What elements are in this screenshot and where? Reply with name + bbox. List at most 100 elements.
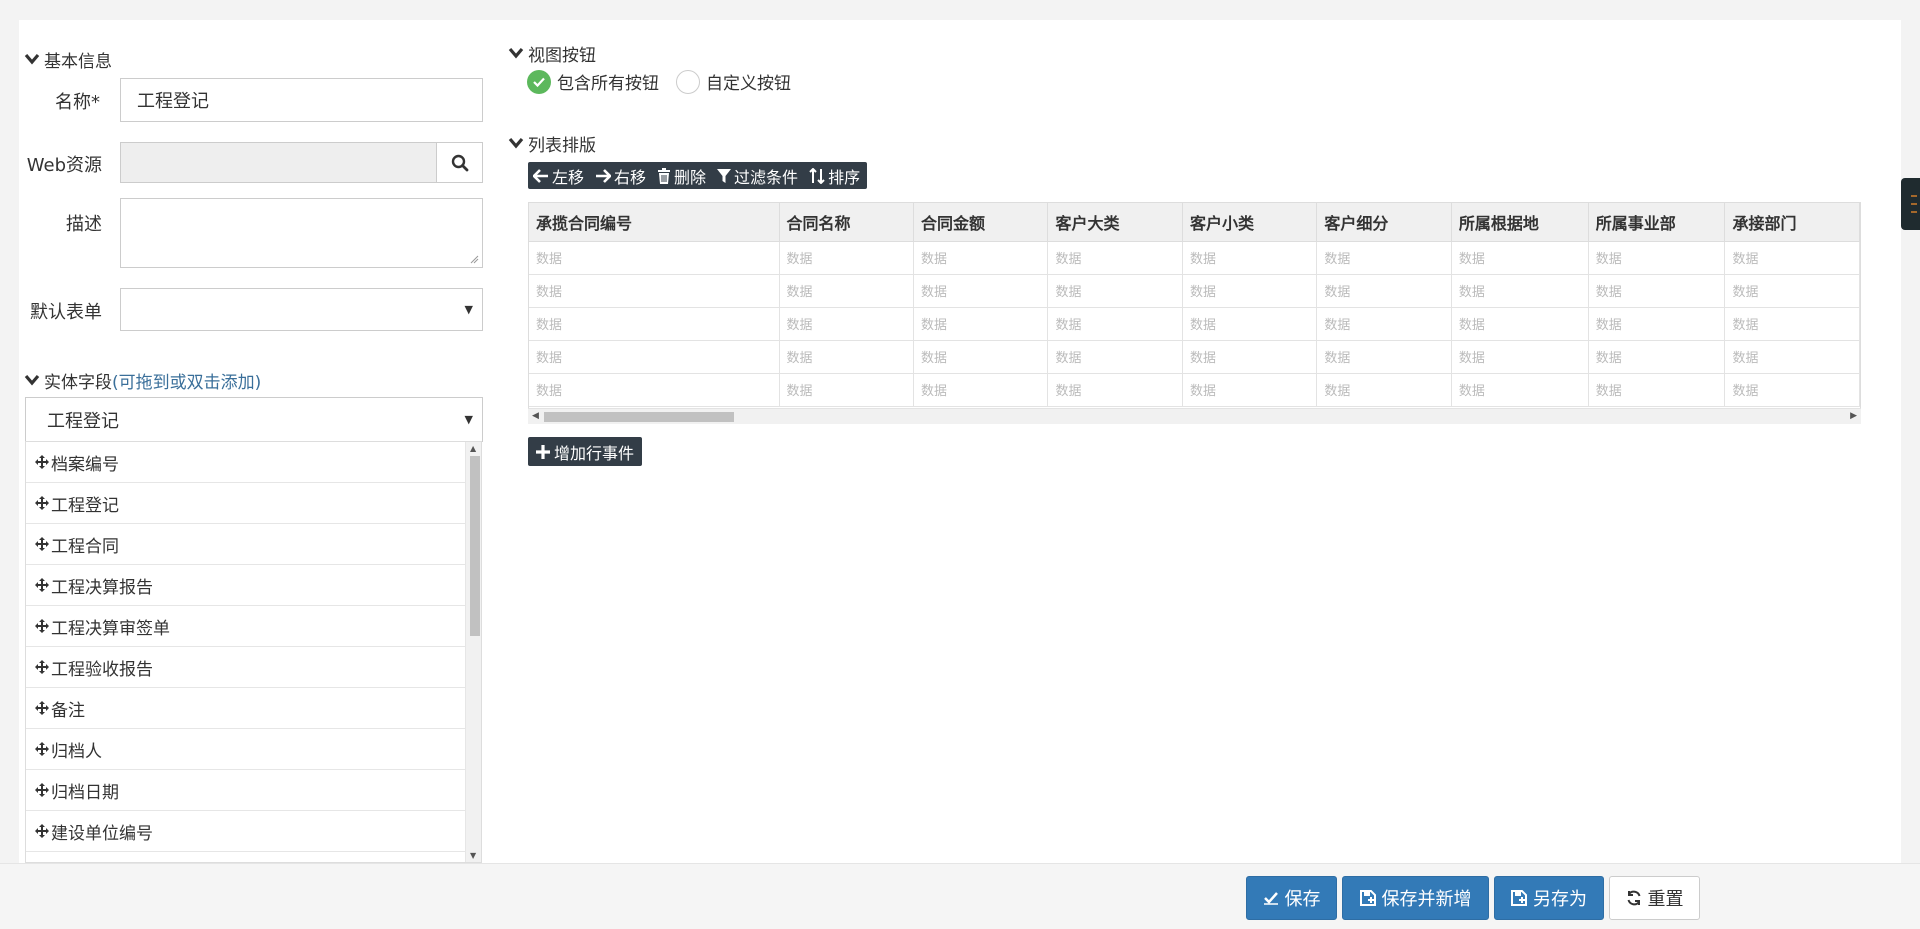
default-form-select[interactable]: ▼ [120, 288, 483, 331]
table-row: 数据 数据 数据 数据 数据 数据 数据 数据 数据 [529, 274, 1860, 308]
side-panel-handle[interactable] [1901, 178, 1920, 230]
placeholder-cell: 数据 [1047, 373, 1183, 407]
list-item[interactable]: 备注 [26, 688, 465, 729]
preview-table: 承揽合同编号 合同名称 合同金额 客户大类 客户小类 客户细分 所属根据地 所属… [529, 203, 1860, 407]
list-item-label: 工程登记 [51, 495, 119, 516]
scroll-down-icon[interactable]: ▼ [470, 851, 476, 860]
entity-fields-title: 实体字段 [44, 373, 112, 393]
move-left-button[interactable]: 左移 [533, 164, 584, 188]
move-right-button[interactable]: 右移 [595, 164, 646, 188]
column-header[interactable]: 承接部门 [1724, 203, 1860, 242]
column-header[interactable]: 所属事业部 [1588, 203, 1726, 242]
radio-all-buttons[interactable]: 包含所有按钮 [527, 69, 659, 94]
list-item[interactable]: 归档人 [26, 729, 465, 770]
placeholder-cell: 数据 [913, 340, 1049, 374]
chevron-down-icon [508, 137, 526, 151]
list-scrollbar[interactable]: ▲ ▼ [465, 442, 481, 862]
chevron-down-icon [24, 374, 42, 388]
move-icon [35, 660, 49, 674]
placeholder-cell: 数据 [1182, 340, 1318, 374]
view-buttons-header[interactable]: 视图按钮 [508, 41, 596, 66]
move-icon [35, 537, 49, 551]
radio-custom-buttons[interactable]: 自定义按钮 [676, 69, 791, 94]
radio-all-label: 包含所有按钮 [557, 74, 659, 94]
save-and-new-label: 保存并新增 [1381, 889, 1472, 910]
placeholder-cell: 数据 [1451, 373, 1589, 407]
placeholder-cell: 数据 [1588, 274, 1726, 308]
entity-select-value: 工程登记 [47, 410, 119, 432]
scroll-right-icon[interactable]: ▶ [1850, 411, 1857, 421]
sort-label: 排序 [828, 167, 861, 187]
placeholder-cell: 数据 [1724, 340, 1860, 374]
grid-scrollbar-thumb[interactable] [544, 412, 734, 422]
save-button[interactable]: 保存 [1246, 876, 1337, 920]
column-header[interactable]: 客户小类 [1182, 203, 1318, 242]
list-item[interactable]: 建设单位编号 [26, 811, 465, 852]
list-item[interactable]: 档案编号 [26, 442, 465, 483]
web-resource-label: Web资源 [26, 155, 102, 176]
scroll-left-icon[interactable]: ◀ [532, 411, 539, 421]
placeholder-cell: 数据 [779, 241, 915, 275]
add-row-event-button[interactable]: 增加行事件 [528, 437, 643, 466]
move-left-label: 左移 [552, 167, 585, 187]
placeholder-cell: 数据 [529, 307, 780, 341]
grid-horizontal-scrollbar[interactable]: ◀ ▶ [528, 408, 1861, 424]
web-resource-field[interactable] [120, 142, 437, 183]
list-toolbar: 左移 右移 删除 过滤条件 排序 [528, 162, 868, 189]
column-header[interactable]: 客户细分 [1316, 203, 1452, 242]
delete-label: 删除 [674, 167, 707, 187]
search-icon [451, 154, 468, 171]
sort-button[interactable]: 排序 [809, 164, 860, 188]
delete-button[interactable]: 删除 [657, 164, 706, 188]
check-circle-icon [527, 69, 551, 94]
list-item[interactable]: 工程验收报告 [26, 647, 465, 688]
save-and-new-button[interactable]: 保存并新增 [1342, 876, 1489, 920]
scroll-up-icon[interactable]: ▲ [470, 444, 476, 453]
placeholder-cell: 数据 [1724, 373, 1860, 407]
placeholder-cell: 数据 [1047, 274, 1183, 308]
entity-fields-header[interactable]: 实体字段 (可拖到或双击添加) [24, 368, 261, 393]
basic-info-header[interactable]: 基本信息 [24, 47, 112, 72]
placeholder-cell: 数据 [1316, 241, 1452, 275]
list-scrollbar-thumb[interactable] [470, 456, 480, 636]
move-icon [35, 701, 49, 715]
list-layout-header[interactable]: 列表排版 [508, 131, 596, 156]
placeholder-cell: 数据 [1451, 241, 1589, 275]
radio-empty-icon [676, 69, 700, 94]
placeholder-cell: 数据 [913, 307, 1049, 341]
placeholder-cell: 数据 [1588, 307, 1726, 341]
entity-fields-hint: (可拖到或双击添加) [112, 373, 262, 393]
entity-field-list: 档案编号 工程登记 工程合同 工程决算报告 工程决算审签单 工程验收报告 备注 … [25, 441, 482, 863]
refresh-icon [1627, 890, 1640, 906]
placeholder-cell: 数据 [1451, 274, 1589, 308]
reset-button[interactable]: 重置 [1609, 876, 1700, 920]
list-item[interactable]: 归档日期 [26, 770, 465, 811]
web-resource-search-button[interactable] [436, 142, 483, 183]
add-row-event-label: 增加行事件 [554, 443, 635, 463]
save-as-button[interactable]: 另存为 [1494, 876, 1604, 920]
filter-button[interactable]: 过滤条件 [717, 164, 798, 188]
filter-icon [717, 168, 732, 183]
column-header[interactable]: 所属根据地 [1451, 203, 1589, 242]
entity-select[interactable]: 工程登记 ▼ [25, 397, 483, 442]
column-header[interactable]: 合同金额 [913, 203, 1049, 242]
description-label: 描述 [66, 214, 102, 235]
table-row: 数据 数据 数据 数据 数据 数据 数据 数据 数据 [529, 340, 1860, 374]
list-item[interactable]: 工程决算审签单 [26, 606, 465, 647]
list-item-label: 建设单位编号 [51, 823, 153, 844]
placeholder-cell: 数据 [1182, 241, 1318, 275]
name-field[interactable]: 工程登记 [120, 78, 483, 122]
column-header[interactable]: 客户大类 [1047, 203, 1183, 242]
column-header[interactable]: 承揽合同编号 [529, 203, 780, 242]
column-header[interactable]: 合同名称 [779, 203, 915, 242]
name-field-value: 工程登记 [137, 91, 209, 112]
list-item[interactable]: 工程决算报告 [26, 565, 465, 606]
description-field[interactable] [120, 198, 483, 268]
move-icon [35, 619, 49, 633]
arrow-left-icon [533, 168, 548, 183]
list-item[interactable]: 工程登记 [26, 483, 465, 524]
grip-icon [1911, 195, 1917, 213]
placeholder-cell: 数据 [1724, 241, 1860, 275]
list-item[interactable]: 工程合同 [26, 524, 465, 565]
placeholder-cell: 数据 [529, 241, 780, 275]
